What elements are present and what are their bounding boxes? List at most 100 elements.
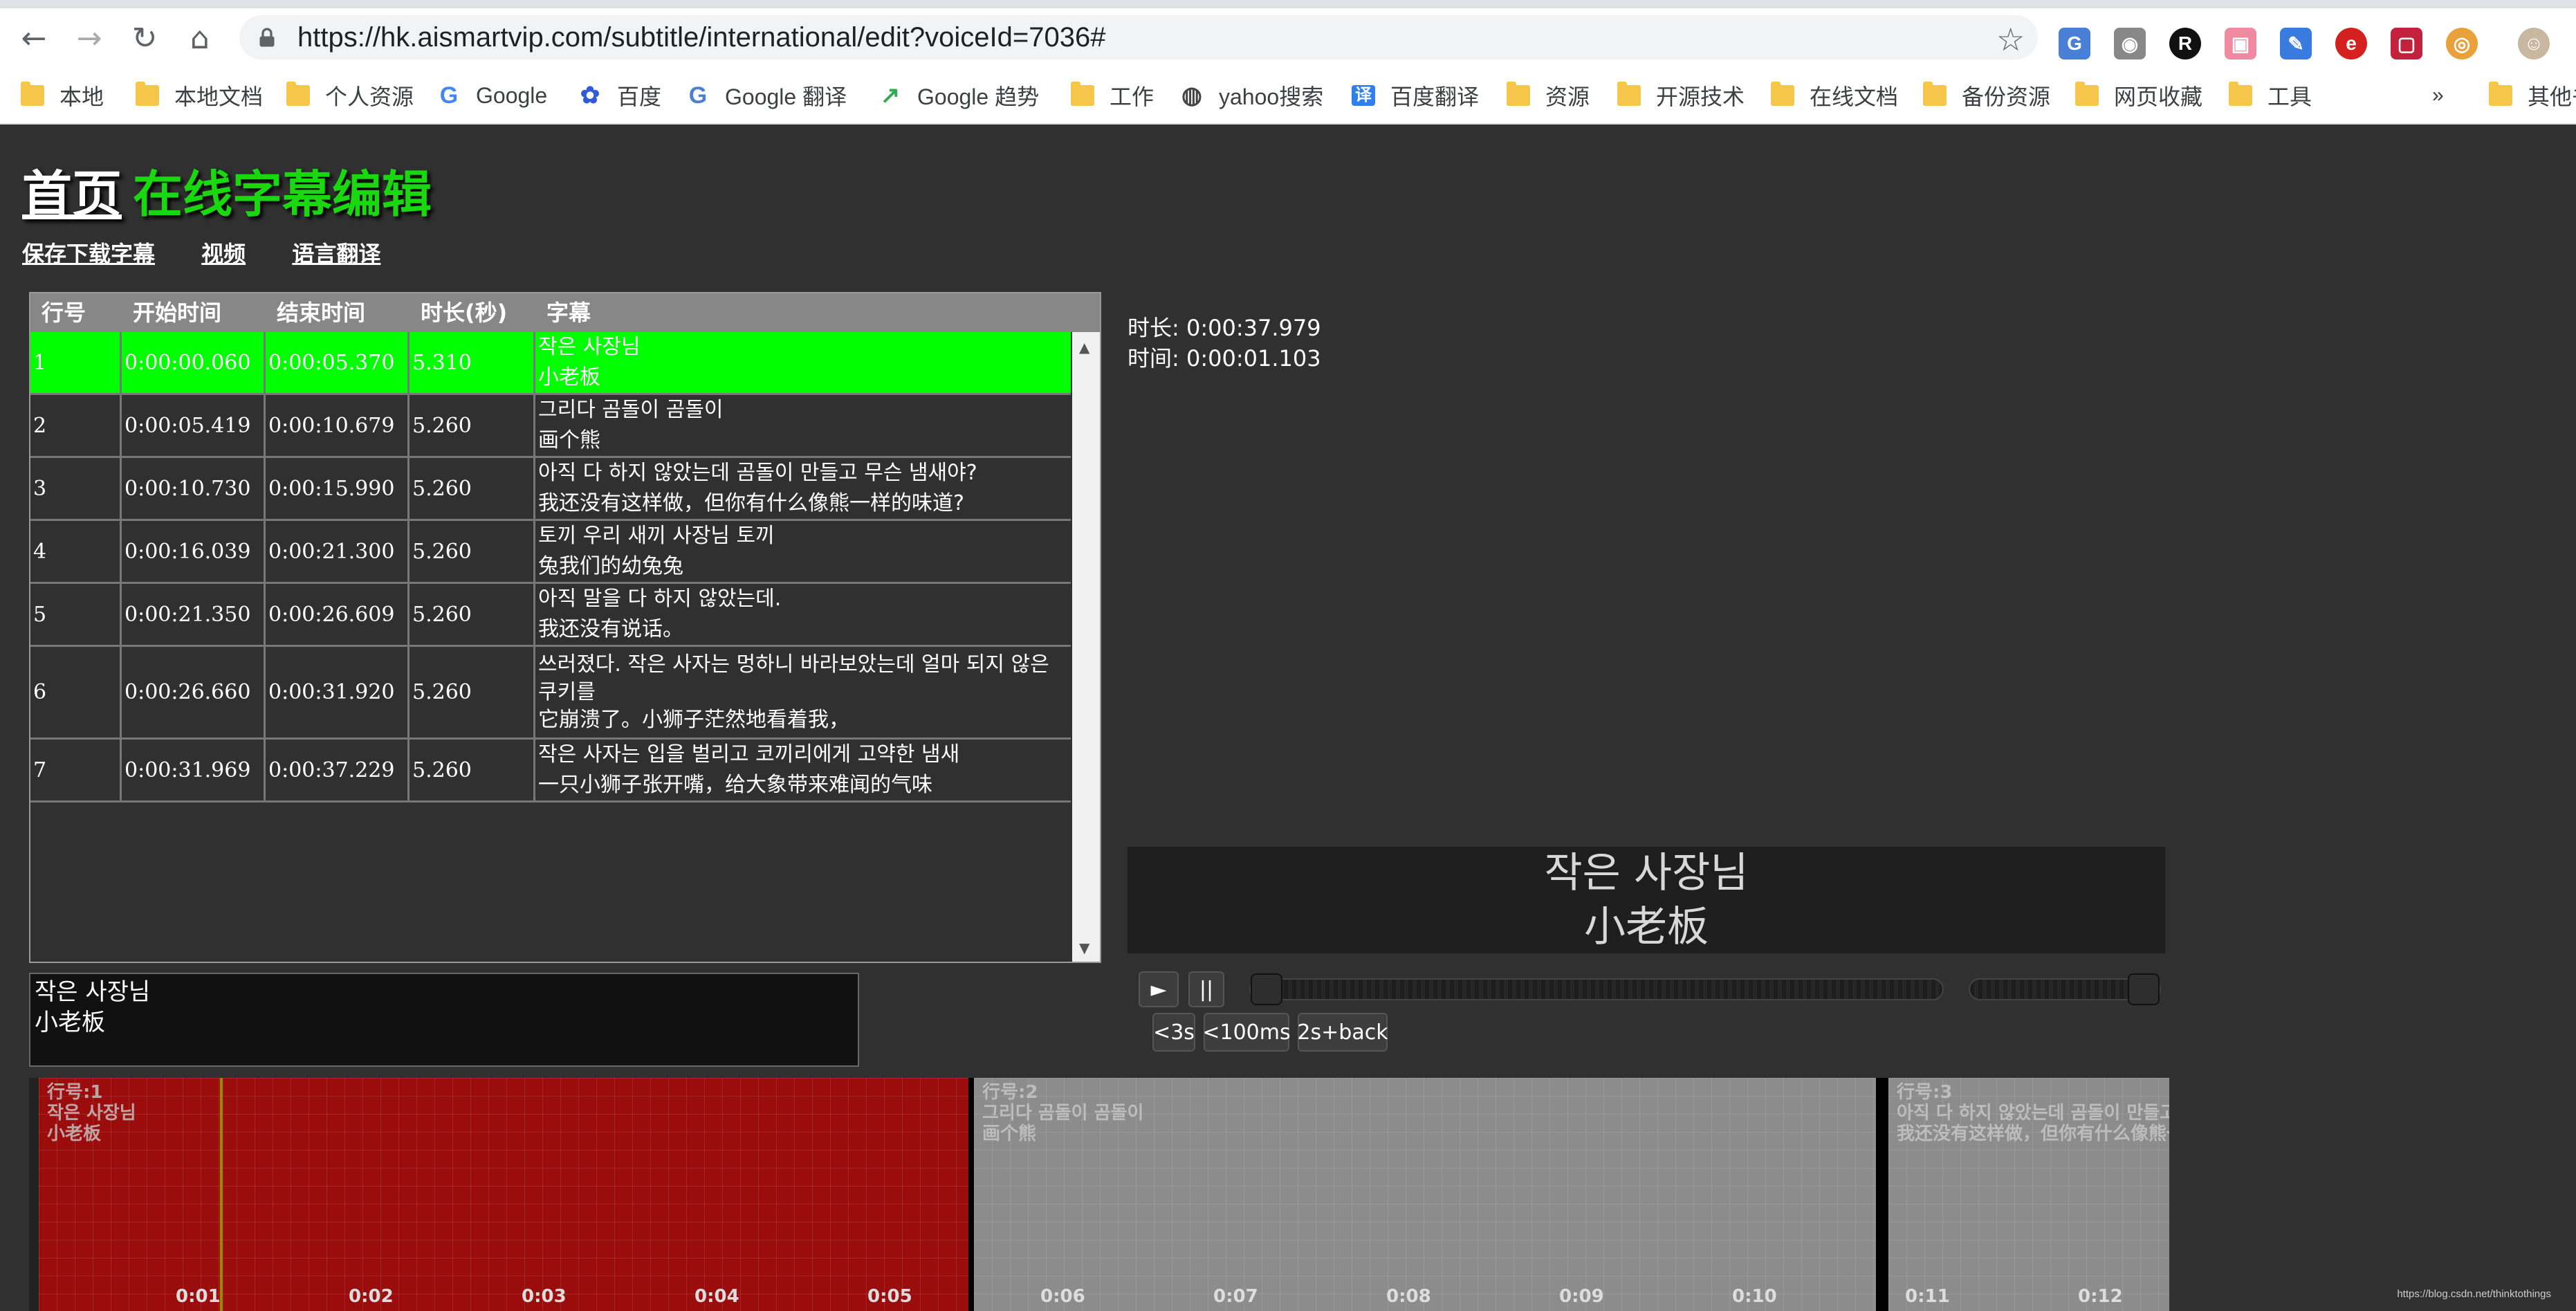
scroll-up-arrow-icon[interactable]: ▲: [1079, 339, 1089, 356]
bilibili-extension-icon[interactable]: ▣: [2225, 28, 2256, 59]
segment-row-number: 行号:1: [47, 1082, 103, 1103]
other-bookmarks-folder[interactable]: 其他书签: [2489, 79, 2576, 112]
segment-label: 行号:2 그리다 곰돌이 곰돌이 画个熊: [982, 1082, 1143, 1144]
scroll-down-arrow-icon[interactable]: ▼: [1079, 939, 1089, 956]
google-translate-icon: G: [688, 82, 708, 109]
subtitle-chinese: 画个熊: [538, 428, 600, 452]
time-tick: 0:09: [1559, 1286, 1604, 1307]
bookmark-link[interactable]: ✿ 百度: [578, 79, 661, 112]
reload-icon[interactable]: ↻: [127, 21, 162, 56]
row-number: 2: [30, 395, 122, 456]
camera-extension-icon[interactable]: ◉: [2114, 28, 2146, 59]
folder-icon: [2075, 82, 2099, 106]
subtitle-cell: 토끼 우리 새끼 사장님 토끼 兔我们的幼兔兔: [535, 521, 1071, 582]
back-3s-button[interactable]: <3s: [1152, 1013, 1195, 1052]
table-scrollbar[interactable]: ▲ ▼: [1072, 332, 1100, 962]
progress-slider[interactable]: [1249, 973, 1944, 1005]
lock-icon: [259, 28, 275, 47]
table-row[interactable]: 7 0:00:31.969 0:00:37.229 5.260 작은 사자는 입…: [30, 740, 1071, 803]
subtitle-chinese: 我还没有说话。: [538, 617, 683, 641]
row-number: 4: [30, 521, 122, 582]
translate-link[interactable]: 语言翻译: [292, 241, 380, 267]
table-row[interactable]: 5 0:00:21.350 0:00:26.609 5.260 아직 말을 다 …: [30, 584, 1071, 647]
bookmark-folder[interactable]: 本地文档: [136, 79, 263, 112]
timeline-segment[interactable]: 行号:1 작은 사장님 小老板: [39, 1078, 970, 1311]
page-title: 在线字幕编辑: [133, 165, 432, 223]
video-link[interactable]: 视频: [201, 241, 246, 267]
segment-chinese: 我还没有这样做，但你有什么像熊一: [1897, 1124, 2169, 1144]
feather-extension-icon[interactable]: ✎: [2280, 28, 2312, 59]
bookmark-link[interactable]: ◍ yahoo搜索: [1180, 79, 1323, 112]
bookmark-folder[interactable]: 备份资源: [1923, 79, 2050, 112]
bookmark-link[interactable]: G Google 翻译: [686, 79, 847, 112]
subtitle-korean: 작은 사장님: [538, 335, 641, 359]
table-row[interactable]: 3 0:00:10.730 0:00:15.990 5.260 아직 다 하지 …: [30, 458, 1071, 521]
bookmark-link[interactable]: ↗ Google 趋势: [878, 79, 1039, 112]
waveform-timeline[interactable]: 行号:1 작은 사장님 小老板 行号:2 그리다 곰돌이 곰돌이 画个熊 行号:3 아직 …: [29, 1078, 2169, 1311]
time-tick: 0:10: [1732, 1286, 1777, 1307]
start-time: 0:00:05.419: [122, 395, 266, 456]
table-row[interactable]: 2 0:00:05.419 0:00:10.679 5.260 그리다 곰돌이 …: [30, 395, 1071, 458]
folder-icon: [1617, 82, 1641, 106]
segment-chinese: 小老板: [47, 1124, 102, 1144]
more-bookmarks-chevron-icon[interactable]: »: [2432, 79, 2444, 112]
play-button[interactable]: ►: [1139, 971, 1179, 1007]
bookmark-folder[interactable]: 开源技术: [1617, 79, 1745, 112]
bookmark-folder[interactable]: 工作: [1071, 79, 1154, 112]
subtitle-chinese: 我还没有这样做，但你有什么像熊一样的味道?: [538, 491, 964, 515]
time-tick: 0:01: [176, 1286, 221, 1307]
folder-icon: [1771, 82, 1794, 106]
folder-icon: [1923, 82, 1947, 106]
profile-avatar-icon[interactable]: ☺: [2518, 28, 2550, 59]
segment-row-number: 行号:2: [982, 1082, 1038, 1103]
playhead-cursor[interactable]: [220, 1078, 223, 1311]
ev-extension-icon[interactable]: e: [2335, 28, 2367, 59]
bookmark-folder[interactable]: 工具: [2229, 79, 2312, 112]
url-text[interactable]: https://hk.aismartvip.com/subtitle/inter…: [297, 22, 1105, 53]
folder-icon: [1507, 82, 1530, 106]
bookmark-folder[interactable]: 网页收藏: [2075, 79, 2202, 112]
bookmark-folder[interactable]: 个人资源: [286, 79, 414, 112]
timeline-segment[interactable]: 行号:2 그리다 곰돌이 곰돌이 画个熊: [974, 1078, 1888, 1311]
home-link[interactable]: 首页: [22, 165, 122, 223]
progress-slider-handle[interactable]: [1251, 973, 1282, 1005]
pocket-extension-icon[interactable]: ▢: [2391, 28, 2422, 59]
timeline-segment[interactable]: 行号:3 아직 다 하지 않았는데 곰돌이 만들고 我还没有这样做，但你有什么像熊一: [1888, 1078, 2169, 1311]
save-download-link[interactable]: 保存下载字幕: [22, 241, 155, 267]
forward-arrow-icon[interactable]: →: [72, 21, 107, 56]
table-row[interactable]: 1 0:00:00.060 0:00:05.370 5.310 작은 사장님 小老…: [30, 332, 1071, 395]
column-header: 开始时间: [133, 300, 222, 326]
segment-korean: 작은 사장님: [47, 1103, 136, 1124]
translate-extension-icon[interactable]: G: [2059, 28, 2090, 59]
bookmark-link[interactable]: 译百度翻译: [1352, 79, 1479, 112]
pause-button[interactable]: ||: [1188, 971, 1224, 1007]
volume-slider-handle[interactable]: [2128, 973, 2160, 1005]
table-row[interactable]: 6 0:00:26.660 0:00:31.920 5.260 쓰러졌다. 작은…: [30, 647, 1071, 740]
address-bar[interactable]: https://hk.aismartvip.com/subtitle/inter…: [239, 15, 2038, 59]
start-time: 0:00:00.060: [122, 332, 266, 393]
subtitle-cell: 아직 다 하지 않았는데 곰돌이 만들고 무슨 냄새야? 我还没有这样做，但你有什…: [535, 458, 1071, 519]
bookmark-folder[interactable]: 资源: [1507, 79, 1590, 112]
subtitle-cell: 작은 사장님 小老板: [535, 332, 1071, 393]
bookmark-star-icon[interactable]: ☆: [1996, 21, 2025, 58]
time-tick: 0:11: [1905, 1286, 1950, 1307]
r-extension-icon[interactable]: R: [2169, 28, 2201, 59]
chrome-extension-icon[interactable]: ◎: [2446, 28, 2478, 59]
bookmark-link[interactable]: G Google: [437, 79, 547, 112]
bookmark-folder[interactable]: 在线文档: [1771, 79, 1898, 112]
edit-line-chinese: 小老板: [35, 1009, 105, 1036]
duration: 5.260: [410, 584, 535, 645]
segment-korean: 그리다 곰돌이 곰돌이: [982, 1103, 1144, 1124]
subtitle-edit-textarea[interactable]: 작은 사장님 小老板: [29, 973, 859, 1067]
back-100ms-button[interactable]: <100ms: [1202, 1013, 1291, 1052]
back-arrow-icon[interactable]: ←: [17, 21, 51, 56]
row-number: 3: [30, 458, 122, 519]
segment-label: 行号:3 아직 다 하지 않았는데 곰돌이 만들고 我还没有这样做，但你有什么像熊一: [1897, 1082, 2169, 1144]
subtitle-korean: 쓰러졌다. 작은 사자는 멍하니 바라보았는데 얼마 되지 않은 쿠키를: [538, 652, 1049, 704]
folder-icon: [1071, 82, 1094, 106]
bookmark-folder[interactable]: 本地: [21, 79, 104, 112]
home-icon[interactable]: ⌂: [183, 21, 217, 56]
table-row[interactable]: 4 0:00:16.039 0:00:21.300 5.260 토끼 우리 새끼…: [30, 521, 1071, 584]
volume-slider[interactable]: [1969, 973, 2161, 1005]
back-2s-button[interactable]: 2s+back: [1297, 1013, 1388, 1052]
